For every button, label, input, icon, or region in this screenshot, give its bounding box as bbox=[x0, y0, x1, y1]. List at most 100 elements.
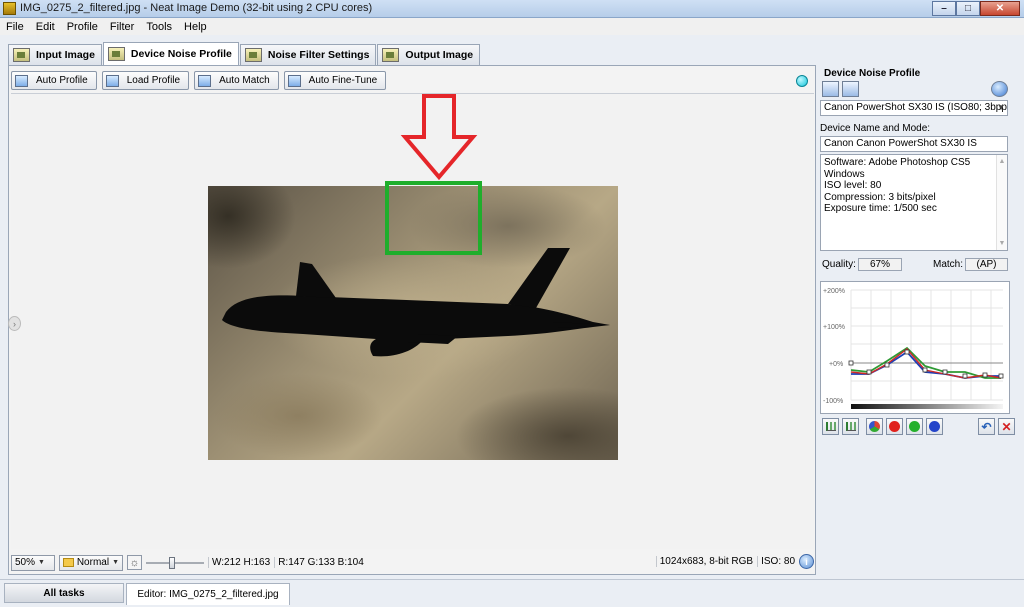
profile-toolbar: Auto Profile Load Profile Auto Match Aut… bbox=[11, 71, 387, 90]
device-name-field[interactable]: Canon Canon PowerShot SX30 IS bbox=[820, 136, 1008, 152]
profile-details: Software: Adobe Photoshop CS5 Windows IS… bbox=[820, 154, 1008, 251]
noise-sample-selection[interactable] bbox=[385, 181, 482, 255]
chevron-down-icon: ▼ bbox=[112, 559, 119, 566]
auto-profile-label: Auto Profile bbox=[36, 75, 88, 86]
zoom-select[interactable]: 50% ▼ bbox=[11, 554, 55, 571]
editor-tab[interactable]: Editor: IMG_0275_2_filtered.jpg bbox=[126, 583, 290, 605]
all-channels-icon[interactable] bbox=[866, 418, 883, 435]
menu-bar: File Edit Profile Filter Tools Help bbox=[0, 18, 1024, 35]
load-profile-button[interactable]: Load Profile bbox=[101, 71, 190, 90]
status-indicator-icon bbox=[796, 75, 808, 87]
maximize-button[interactable]: □ bbox=[956, 1, 980, 16]
profile-select[interactable]: Canon PowerShot SX30 IS (ISO80; 3bpp; 4:… bbox=[820, 100, 1008, 116]
minimize-button[interactable]: – bbox=[932, 1, 956, 16]
tab-label: Device Noise Profile bbox=[130, 48, 232, 60]
save-profile-icon[interactable] bbox=[842, 81, 859, 97]
profile-select-value: Canon PowerShot SX30 IS (ISO80; 3bpp; 4: bbox=[824, 102, 1008, 113]
info-icon[interactable]: i bbox=[799, 554, 814, 569]
quality-row: Quality: 67% Match: (AP) bbox=[820, 258, 1010, 272]
graph-tick: -100% bbox=[823, 398, 843, 405]
chevron-down-icon: ▼ bbox=[38, 559, 45, 566]
collapse-panel-handle[interactable]: › bbox=[8, 316, 21, 331]
histogram-icon[interactable] bbox=[822, 418, 839, 435]
auto-match-icon bbox=[198, 74, 212, 87]
auto-profile-button[interactable]: Auto Profile bbox=[11, 71, 97, 90]
zoom-value: 50% bbox=[15, 557, 36, 568]
noise-graph-svg: +200% +100% +0% -100% bbox=[823, 288, 1004, 409]
slider-thumb[interactable] bbox=[169, 556, 175, 569]
selection-size: W:212 H:163 bbox=[208, 557, 270, 568]
tab-noise-filter-settings[interactable]: Noise Filter Settings bbox=[239, 44, 377, 65]
auto-profile-icon bbox=[15, 74, 28, 87]
match-value: (AP) bbox=[965, 258, 1008, 271]
image-info: 1024x683, 8-bit RGB bbox=[655, 556, 753, 567]
luminance-gradient bbox=[851, 404, 1003, 409]
graph-tick: +0% bbox=[829, 361, 843, 368]
bar-chart-icon[interactable] bbox=[842, 418, 859, 435]
red-arrow-annotation bbox=[400, 94, 478, 181]
profile-side-panel: Device Noise Profile Canon PowerShot SX3… bbox=[818, 65, 1015, 575]
quality-label: Quality: bbox=[822, 259, 856, 270]
load-profile-label: Load Profile bbox=[126, 75, 181, 86]
detail-line: Software: Adobe Photoshop CS5 Windows bbox=[824, 157, 971, 180]
image-icon bbox=[13, 48, 30, 62]
blue-channel-icon[interactable] bbox=[926, 418, 943, 435]
title-bar: IMG_0275_2_filtered.jpg - Neat Image Dem… bbox=[0, 0, 1024, 18]
device-label: Device Name and Mode: bbox=[820, 123, 931, 134]
window-title: IMG_0275_2_filtered.jpg - Neat Image Dem… bbox=[20, 2, 373, 14]
view-mode-value: Normal bbox=[76, 557, 110, 568]
match-label: Match: bbox=[933, 259, 964, 270]
chart-icon bbox=[287, 74, 301, 87]
all-tasks-tab[interactable]: All tasks bbox=[4, 583, 124, 603]
window-controls: – □ ✕ bbox=[932, 1, 1020, 16]
graph-tick: +100% bbox=[823, 324, 845, 331]
tab-device-noise-profile[interactable]: Device Noise Profile bbox=[102, 42, 239, 65]
undo-icon[interactable]: ↶ bbox=[978, 418, 995, 435]
auto-fine-tune-button[interactable]: Auto Fine-Tune bbox=[283, 71, 387, 90]
quality-value: 67% bbox=[858, 258, 902, 271]
main-tabs: Input Image Device Noise Profile Noise F… bbox=[8, 42, 481, 65]
menu-help[interactable]: Help bbox=[184, 21, 207, 33]
menu-file[interactable]: File bbox=[6, 21, 24, 33]
profile-icon bbox=[107, 47, 125, 61]
menu-filter[interactable]: Filter bbox=[110, 21, 134, 33]
close-icon[interactable]: ✕ bbox=[998, 418, 1015, 435]
details-scrollbar[interactable]: ▲ ▼ bbox=[996, 155, 1007, 250]
app-icon bbox=[3, 2, 16, 15]
menu-edit[interactable]: Edit bbox=[36, 21, 55, 33]
panel-title: Device Noise Profile bbox=[824, 68, 921, 79]
view-mode-select[interactable]: Normal ▼ bbox=[59, 554, 123, 571]
menu-profile[interactable]: Profile bbox=[67, 21, 98, 33]
detail-line: Exposure time: 1/500 sec bbox=[824, 203, 937, 214]
pixel-rgb: R:147 G:133 B:104 bbox=[274, 557, 364, 568]
open-profile-icon[interactable] bbox=[822, 81, 839, 97]
detail-line: ISO level: 80 bbox=[824, 180, 882, 191]
graph-tick: +200% bbox=[823, 288, 845, 295]
auto-match-button[interactable]: Auto Match bbox=[194, 71, 279, 90]
folder-icon bbox=[63, 558, 74, 567]
brightness-icon[interactable]: ☼ bbox=[127, 555, 142, 570]
menu-tools[interactable]: Tools bbox=[146, 21, 172, 33]
status-bar: 50% ▼ Normal ▼ ☼ W:212 H:163 R:147 G:133… bbox=[11, 553, 814, 572]
folder-icon bbox=[105, 74, 119, 87]
green-channel-icon[interactable] bbox=[906, 418, 923, 435]
tab-label: Output Image bbox=[405, 49, 474, 61]
task-bar: All tasks Editor: IMG_0275_2_filtered.jp… bbox=[0, 579, 1024, 607]
slider-track bbox=[146, 561, 204, 564]
iso-value: ISO: 80 bbox=[757, 556, 795, 567]
graph-toolbar: ↶ ✕ bbox=[822, 418, 1015, 435]
tab-input-image[interactable]: Input Image bbox=[8, 44, 102, 65]
tab-label: Input Image bbox=[36, 49, 95, 61]
noise-graph[interactable]: +200% +100% +0% -100% bbox=[820, 281, 1010, 414]
output-image-icon bbox=[382, 48, 400, 62]
tab-output-image[interactable]: Output Image bbox=[377, 44, 481, 65]
red-channel-icon[interactable] bbox=[886, 418, 903, 435]
chevron-down-icon: ▼ bbox=[997, 103, 1005, 112]
info-icon[interactable] bbox=[991, 81, 1008, 97]
auto-fine-tune-label: Auto Fine-Tune bbox=[308, 75, 378, 86]
detail-line: Compression: 3 bits/pixel bbox=[824, 191, 936, 203]
preview-slider[interactable] bbox=[146, 555, 204, 571]
sliders-icon bbox=[244, 48, 262, 62]
close-button[interactable]: ✕ bbox=[980, 1, 1020, 16]
auto-match-label: Auto Match bbox=[219, 75, 270, 86]
